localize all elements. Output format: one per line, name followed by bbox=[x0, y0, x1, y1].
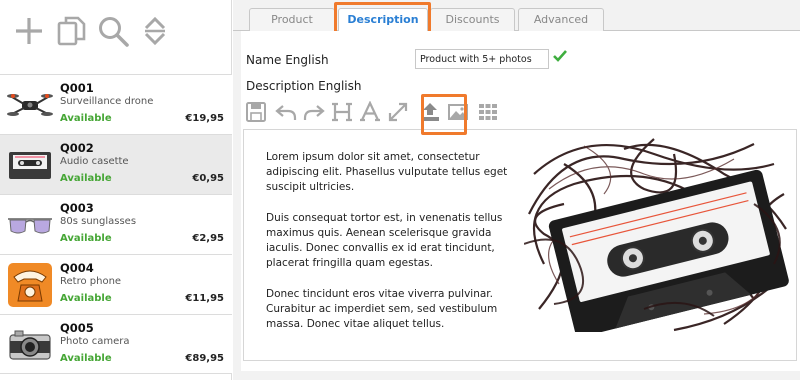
redo-icon[interactable] bbox=[303, 101, 325, 123]
list-item[interactable]: Q003 80s sunglasses Available €2,95 bbox=[0, 194, 232, 254]
editor-toolbar bbox=[245, 97, 535, 127]
fullscreen-icon[interactable] bbox=[387, 101, 409, 123]
product-code: Q004 bbox=[60, 261, 94, 275]
status-label: Available bbox=[60, 233, 112, 244]
grid-icon[interactable] bbox=[477, 101, 499, 123]
product-price: €89,95 bbox=[185, 353, 224, 364]
status-label: Available bbox=[60, 113, 112, 124]
description-paragraph: Duis consequat tortor est, in venenatis … bbox=[266, 212, 503, 269]
product-list-pane: Q001 Surveillance drone Available €19,95 bbox=[0, 0, 232, 380]
heading-icon[interactable] bbox=[331, 101, 353, 123]
list-item[interactable]: Q001 Surveillance drone Available €19,95 bbox=[0, 74, 232, 134]
tab-description[interactable]: Description bbox=[338, 8, 428, 32]
camera-icon bbox=[6, 321, 54, 369]
list-item[interactable]: Q004 Retro phone Available €11,95 bbox=[0, 254, 232, 314]
status-label: Available bbox=[60, 293, 112, 304]
sunglasses-icon bbox=[6, 201, 54, 249]
status-label: Available bbox=[60, 173, 112, 184]
sort-icon[interactable] bbox=[138, 14, 172, 48]
status-label: Available bbox=[60, 353, 112, 364]
description-paragraph: Donec tincidunt eros vitae viverra pulvi… bbox=[266, 288, 498, 330]
app-window: Q001 Surveillance drone Available €19,95 bbox=[0, 0, 800, 380]
tab-discounts[interactable]: Discounts bbox=[430, 8, 515, 31]
cassette-icon bbox=[6, 141, 54, 189]
list-item[interactable]: Q002 Audio casette Available €0,95 bbox=[0, 134, 232, 194]
product-code: Q005 bbox=[60, 321, 94, 335]
detail-pane: Product Description Discounts Advanced N… bbox=[233, 0, 800, 380]
save-icon[interactable] bbox=[245, 101, 267, 123]
copy-icon[interactable] bbox=[54, 14, 88, 48]
product-name: Photo camera bbox=[60, 336, 130, 347]
upload-icon[interactable] bbox=[419, 101, 441, 123]
undo-icon[interactable] bbox=[275, 101, 297, 123]
font-icon[interactable] bbox=[359, 101, 381, 123]
product-name: 80s sunglasses bbox=[60, 216, 137, 227]
list-item[interactable]: Q005 Photo camera Available €89,95 bbox=[0, 314, 232, 374]
phone-icon bbox=[6, 261, 54, 309]
product-name: Retro phone bbox=[60, 276, 122, 287]
tab-product[interactable]: Product bbox=[249, 8, 335, 31]
product-code: Q001 bbox=[60, 81, 94, 95]
tab-advanced[interactable]: Advanced bbox=[518, 8, 604, 31]
name-field[interactable] bbox=[415, 49, 549, 69]
search-icon[interactable] bbox=[96, 14, 130, 48]
description-label: Description English bbox=[246, 79, 362, 93]
product-name: Surveillance drone bbox=[60, 96, 154, 107]
product-name: Audio casette bbox=[60, 156, 129, 167]
add-icon[interactable] bbox=[12, 14, 46, 48]
image-icon[interactable] bbox=[447, 101, 469, 123]
product-price: €2,95 bbox=[192, 233, 224, 244]
name-label: Name English bbox=[246, 53, 329, 67]
product-price: €19,95 bbox=[185, 113, 224, 124]
check-icon bbox=[552, 48, 568, 64]
description-form: Name English Description English bbox=[241, 31, 800, 371]
cassette-image bbox=[524, 134, 792, 332]
description-paragraph: Lorem ipsum dolor sit amet, consectetur … bbox=[266, 151, 508, 193]
tab-bar: Product Description Discounts Advanced bbox=[233, 0, 800, 32]
product-price: €11,95 bbox=[185, 293, 224, 304]
product-price: €0,95 bbox=[192, 173, 224, 184]
rich-text-editor[interactable]: Lorem ipsum dolor sit amet, consectetur … bbox=[243, 129, 797, 361]
list-toolbar bbox=[0, 0, 232, 70]
product-code: Q003 bbox=[60, 201, 94, 215]
product-code: Q002 bbox=[60, 141, 94, 155]
product-list: Q001 Surveillance drone Available €19,95 bbox=[0, 74, 232, 374]
drone-icon bbox=[6, 81, 54, 129]
